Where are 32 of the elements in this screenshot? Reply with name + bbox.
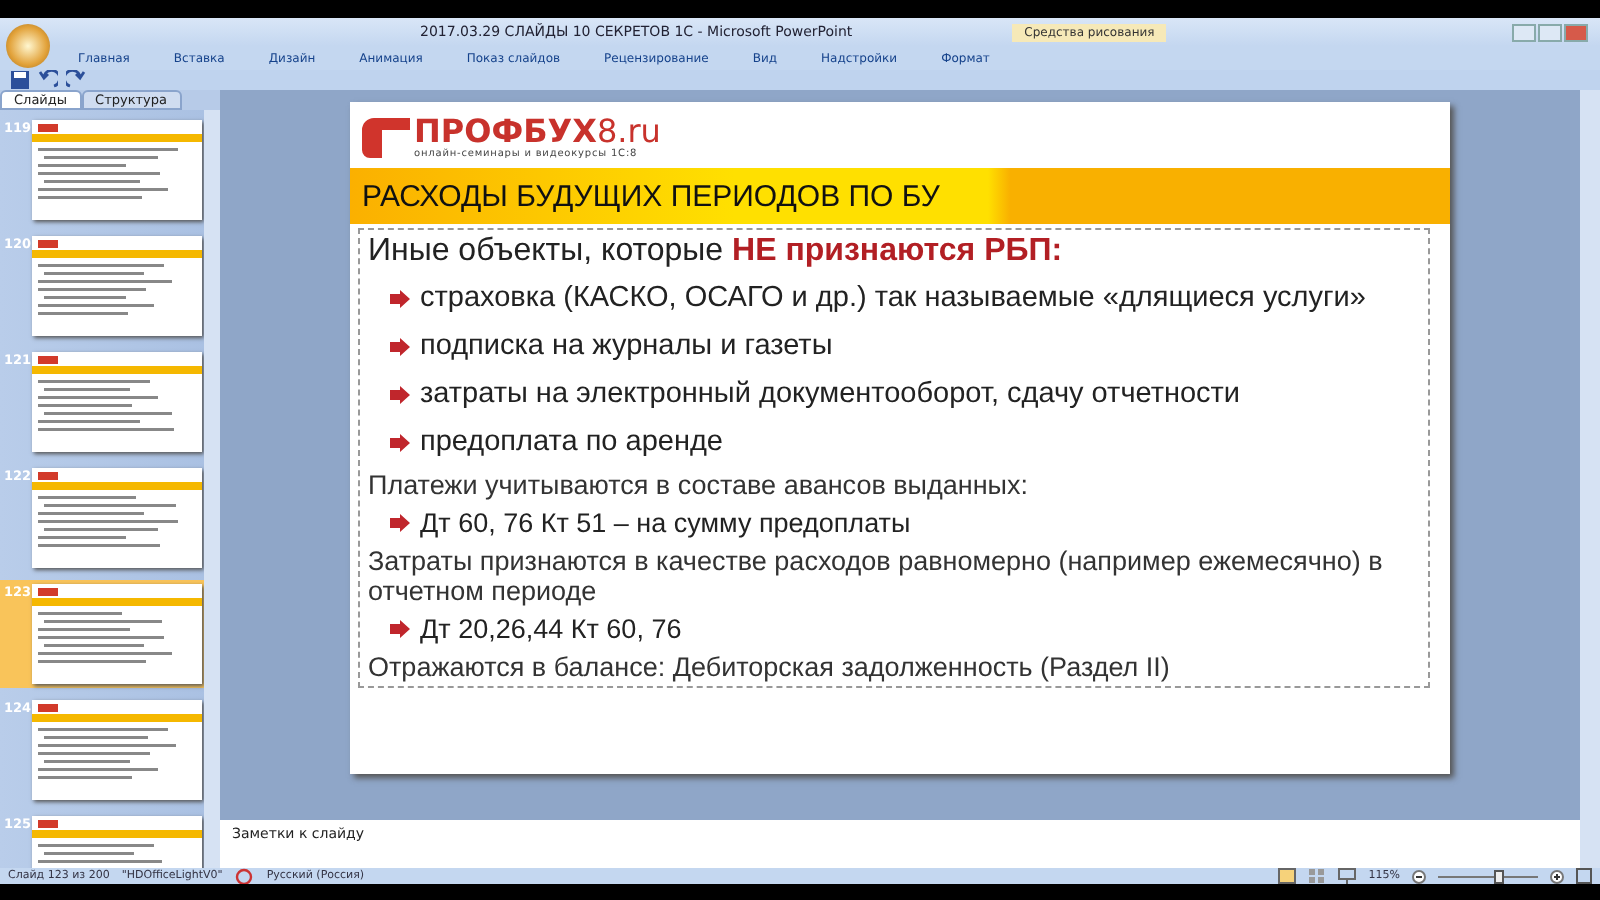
slide-title: РАСХОДЫ БУДУЩИХ ПЕРИОДОВ ПО БУ [362,179,940,213]
normal-view-icon[interactable] [1278,868,1297,884]
arrow-bullet-icon [388,620,410,638]
close-button[interactable] [1564,23,1588,41]
arrow-bullet-icon [388,337,410,355]
bullet-text: Дт 20,26,44 Кт 60, 76 [420,614,682,644]
slide-text: Затраты признаются в качестве расходов равномерно (например ежемесячно) в отчетном периоде [368,546,1385,606]
logo-text: ПРОФБУХ8.ru [414,116,661,148]
redo-icon[interactable] [66,70,86,90]
slide-text: Иные объекты, которые НЕ признаются РБП: [368,234,1065,270]
arrow-bullet-icon [388,433,410,451]
spellcheck-icon[interactable] [234,867,255,885]
slide-text: Отражаются в балансе: Дебиторская задолженность (Раздел II) [368,652,1172,682]
undo-icon[interactable] [38,70,58,90]
save-icon[interactable] [10,70,30,90]
text-box-selection[interactable] [358,228,1430,688]
logo-icon [362,118,410,158]
vertical-scrollbar[interactable] [204,110,220,868]
bullet-text: затраты на электронный документооборот, сдачу отчетности [420,378,1241,410]
zoom-out-icon[interactable] [1412,869,1426,883]
arrow-bullet-icon [388,289,410,307]
slide-text: Платежи учитываются в составе авансов выданных: [368,470,1031,500]
bullet-text: страховка (КАСКО, ОСАГО и др.) так называемые «длящиеся услуги» [420,282,1366,314]
arrow-bullet-icon [388,385,410,403]
bullet-text: Дт 60, 76 Кт 51 – на сумму предоплаты [420,508,911,538]
bullet-text: предоплата по аренде [420,426,723,458]
zoom-in-icon[interactable] [1550,869,1564,883]
arrow-bullet-icon [388,514,410,532]
bullet-text: подписка на журналы и газеты [420,330,833,362]
fit-slide-icon[interactable] [1576,868,1592,884]
vertical-scrollbar[interactable] [1580,90,1600,868]
slideshow-view-icon[interactable] [1338,868,1357,884]
